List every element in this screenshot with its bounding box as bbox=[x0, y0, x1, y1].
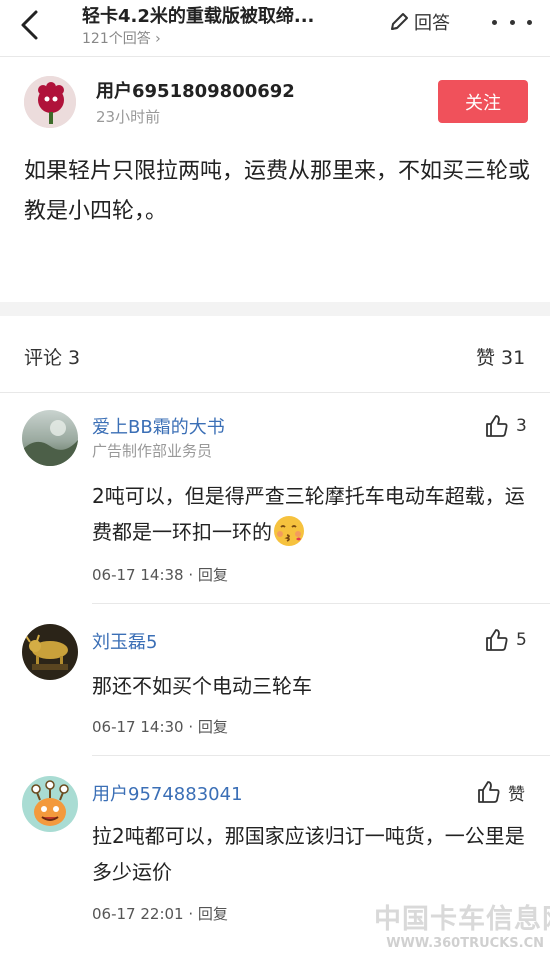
comment-avatar[interactable] bbox=[22, 776, 78, 832]
comment-like-button[interactable]: 3 bbox=[484, 413, 527, 439]
thumbs-up-icon bbox=[478, 781, 500, 803]
answer-count-link[interactable]: 121个回答 › bbox=[82, 28, 161, 48]
comment-author-name[interactable]: 爱上BB霜的大书 bbox=[92, 413, 225, 439]
site-watermark: 中国卡车信息网 WWW.360TRUCKS.CN bbox=[374, 897, 550, 951]
comment-author-name[interactable]: 用户9574883041 bbox=[92, 780, 243, 806]
comment-like-button[interactable]: 赞 bbox=[476, 779, 525, 805]
answer-time: 23小时前 bbox=[96, 108, 161, 126]
comment-text: 2吨可以，但是得严查三轮摩托车电动车超载，运费都是一环扣一环的 bbox=[92, 478, 532, 550]
more-dot-icon bbox=[527, 19, 532, 25]
answer-button[interactable]: 回答 bbox=[388, 8, 450, 36]
comment-divider bbox=[92, 755, 550, 756]
author-name[interactable]: 用户6951809800692 bbox=[96, 77, 295, 103]
like-count[interactable]: 赞 31 bbox=[476, 343, 525, 370]
author-avatar-image bbox=[24, 76, 76, 128]
comment-divider bbox=[92, 603, 550, 604]
top-bar: 轻卡4.2米的重载版被取缔... 121个回答 › 回答 bbox=[0, 0, 550, 56]
kiss-emoji-icon bbox=[274, 516, 304, 546]
more-dot-icon bbox=[509, 19, 515, 25]
comment-avatar[interactable] bbox=[22, 624, 78, 680]
comment-text: 拉2吨都可以，那国家应该归订一吨货，一公里是多少运价 bbox=[92, 824, 525, 884]
more-dot-icon bbox=[492, 19, 497, 25]
back-button[interactable] bbox=[18, 8, 58, 42]
comment-avatar[interactable] bbox=[22, 410, 78, 466]
thumbs-up-icon bbox=[486, 629, 508, 651]
comment-count: 评论 3 bbox=[24, 347, 81, 369]
landscape-avatar-image bbox=[22, 410, 78, 466]
thumbs-up-icon bbox=[486, 415, 508, 437]
watermark-url: WWW.360TRUCKS.CN bbox=[386, 936, 544, 951]
answer-button-label: 回答 bbox=[414, 13, 450, 34]
comment-like-count: 3 bbox=[516, 416, 527, 436]
author-avatar[interactable] bbox=[24, 76, 76, 128]
more-menu-button[interactable] bbox=[492, 10, 532, 34]
monster-avatar-image bbox=[22, 776, 78, 832]
bull-statue-avatar-image bbox=[22, 624, 78, 680]
comment-author-role: 广告制作部业务员 bbox=[92, 442, 213, 460]
watermark-name: 中国卡车信息网 bbox=[374, 904, 550, 935]
comment-meta[interactable]: 06-17 14:38 · 回复 bbox=[92, 564, 228, 585]
header-divider bbox=[0, 56, 550, 57]
section-gap bbox=[0, 302, 550, 316]
comment-like-count: 5 bbox=[516, 630, 527, 650]
comment-text: 那还不如买个电动三轮车 bbox=[92, 674, 312, 698]
comment-author-name[interactable]: 刘玉磊5 bbox=[92, 628, 157, 654]
comment-meta[interactable]: 06-17 14:30 · 回复 bbox=[92, 716, 228, 737]
answer-body: 如果轻片只限拉两吨，运费从那里来，不如买三轮或教是小四轮，。 bbox=[24, 159, 531, 224]
comment-meta[interactable]: 06-17 22:01 · 回复 bbox=[92, 903, 228, 924]
comments-divider bbox=[0, 392, 550, 393]
chevron-left-icon bbox=[21, 10, 38, 40]
pencil-icon bbox=[391, 13, 408, 30]
comment-text-body: 2吨可以，但是得严查三轮摩托车电动车超载，运费都是一环扣一环的 bbox=[92, 484, 525, 544]
comment-like-button[interactable]: 5 bbox=[484, 627, 527, 653]
comment-like-label: 赞 bbox=[508, 784, 525, 805]
follow-button[interactable]: 关注 bbox=[438, 80, 528, 123]
question-title[interactable]: 轻卡4.2米的重载版被取缔... bbox=[82, 2, 314, 28]
